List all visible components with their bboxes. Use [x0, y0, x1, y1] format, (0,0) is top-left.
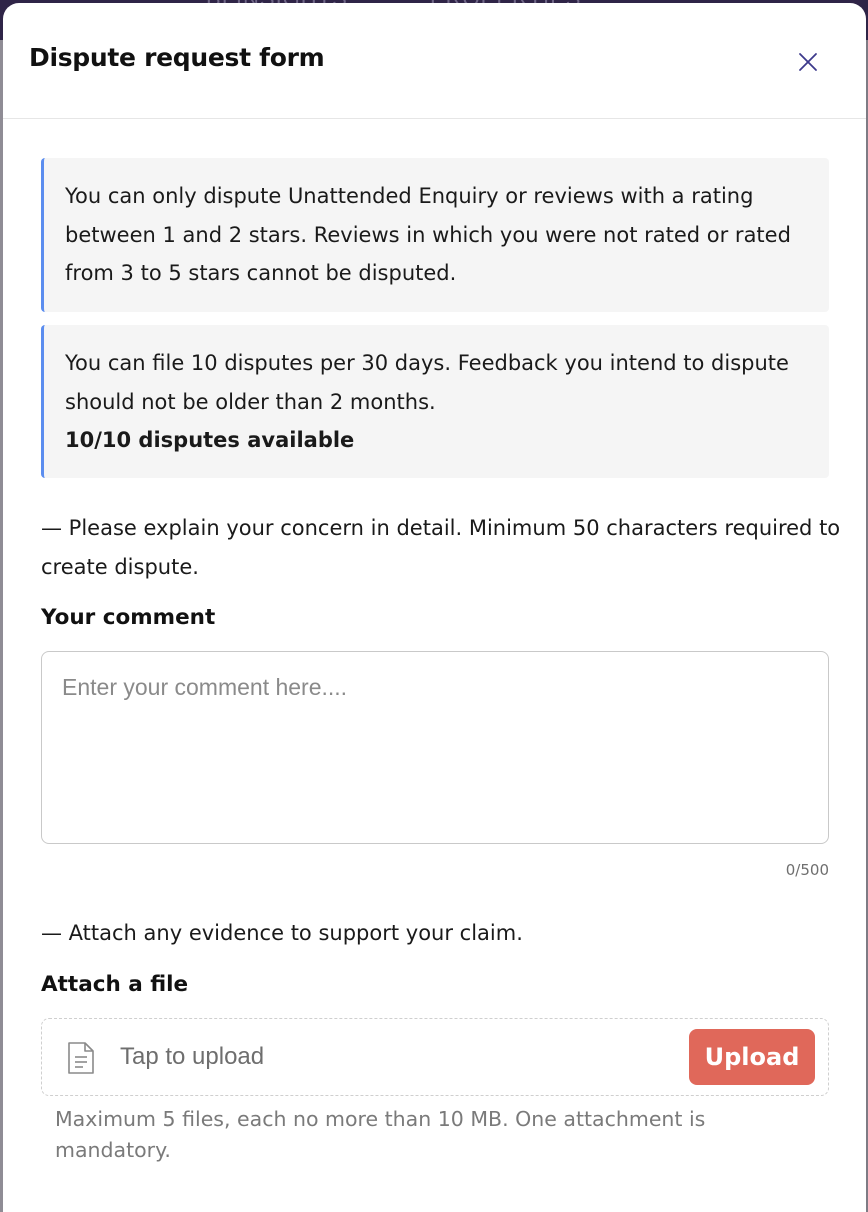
info-box-rating-rules: You can only dispute Unattended Enquiry …: [41, 158, 829, 312]
file-upload-dropzone[interactable]: Tap to upload Upload: [41, 1018, 829, 1096]
close-button[interactable]: [793, 47, 823, 77]
character-counter: 0/500: [785, 861, 829, 879]
dispute-modal: Dispute request form You can only disput…: [3, 3, 866, 1212]
comment-input[interactable]: [41, 651, 829, 844]
close-icon: [799, 53, 817, 71]
comment-instruction: — Please explain your concern in detail.…: [41, 516, 841, 579]
info-text-dispute-limits: You can file 10 disputes per 30 days. Fe…: [65, 351, 789, 414]
upload-placeholder-text: Tap to upload: [120, 1043, 265, 1070]
comment-label: Your comment: [41, 605, 216, 630]
file-icon: [68, 1042, 94, 1074]
info-box-dispute-limits: You can file 10 disputes per 30 days. Fe…: [41, 325, 829, 478]
modal-header: Dispute request form: [3, 3, 866, 119]
attach-instruction: — Attach any evidence to support your cl…: [41, 921, 523, 945]
upload-hint: Maximum 5 files, each no more than 10 MB…: [55, 1107, 706, 1162]
info-text-rating-rules: You can only dispute Unattended Enquiry …: [65, 184, 791, 285]
attach-label: Attach a file: [41, 972, 189, 997]
disputes-available-count: 10/10 disputes available: [65, 428, 355, 452]
modal-title: Dispute request form: [29, 43, 325, 72]
upload-button[interactable]: Upload: [689, 1029, 815, 1085]
